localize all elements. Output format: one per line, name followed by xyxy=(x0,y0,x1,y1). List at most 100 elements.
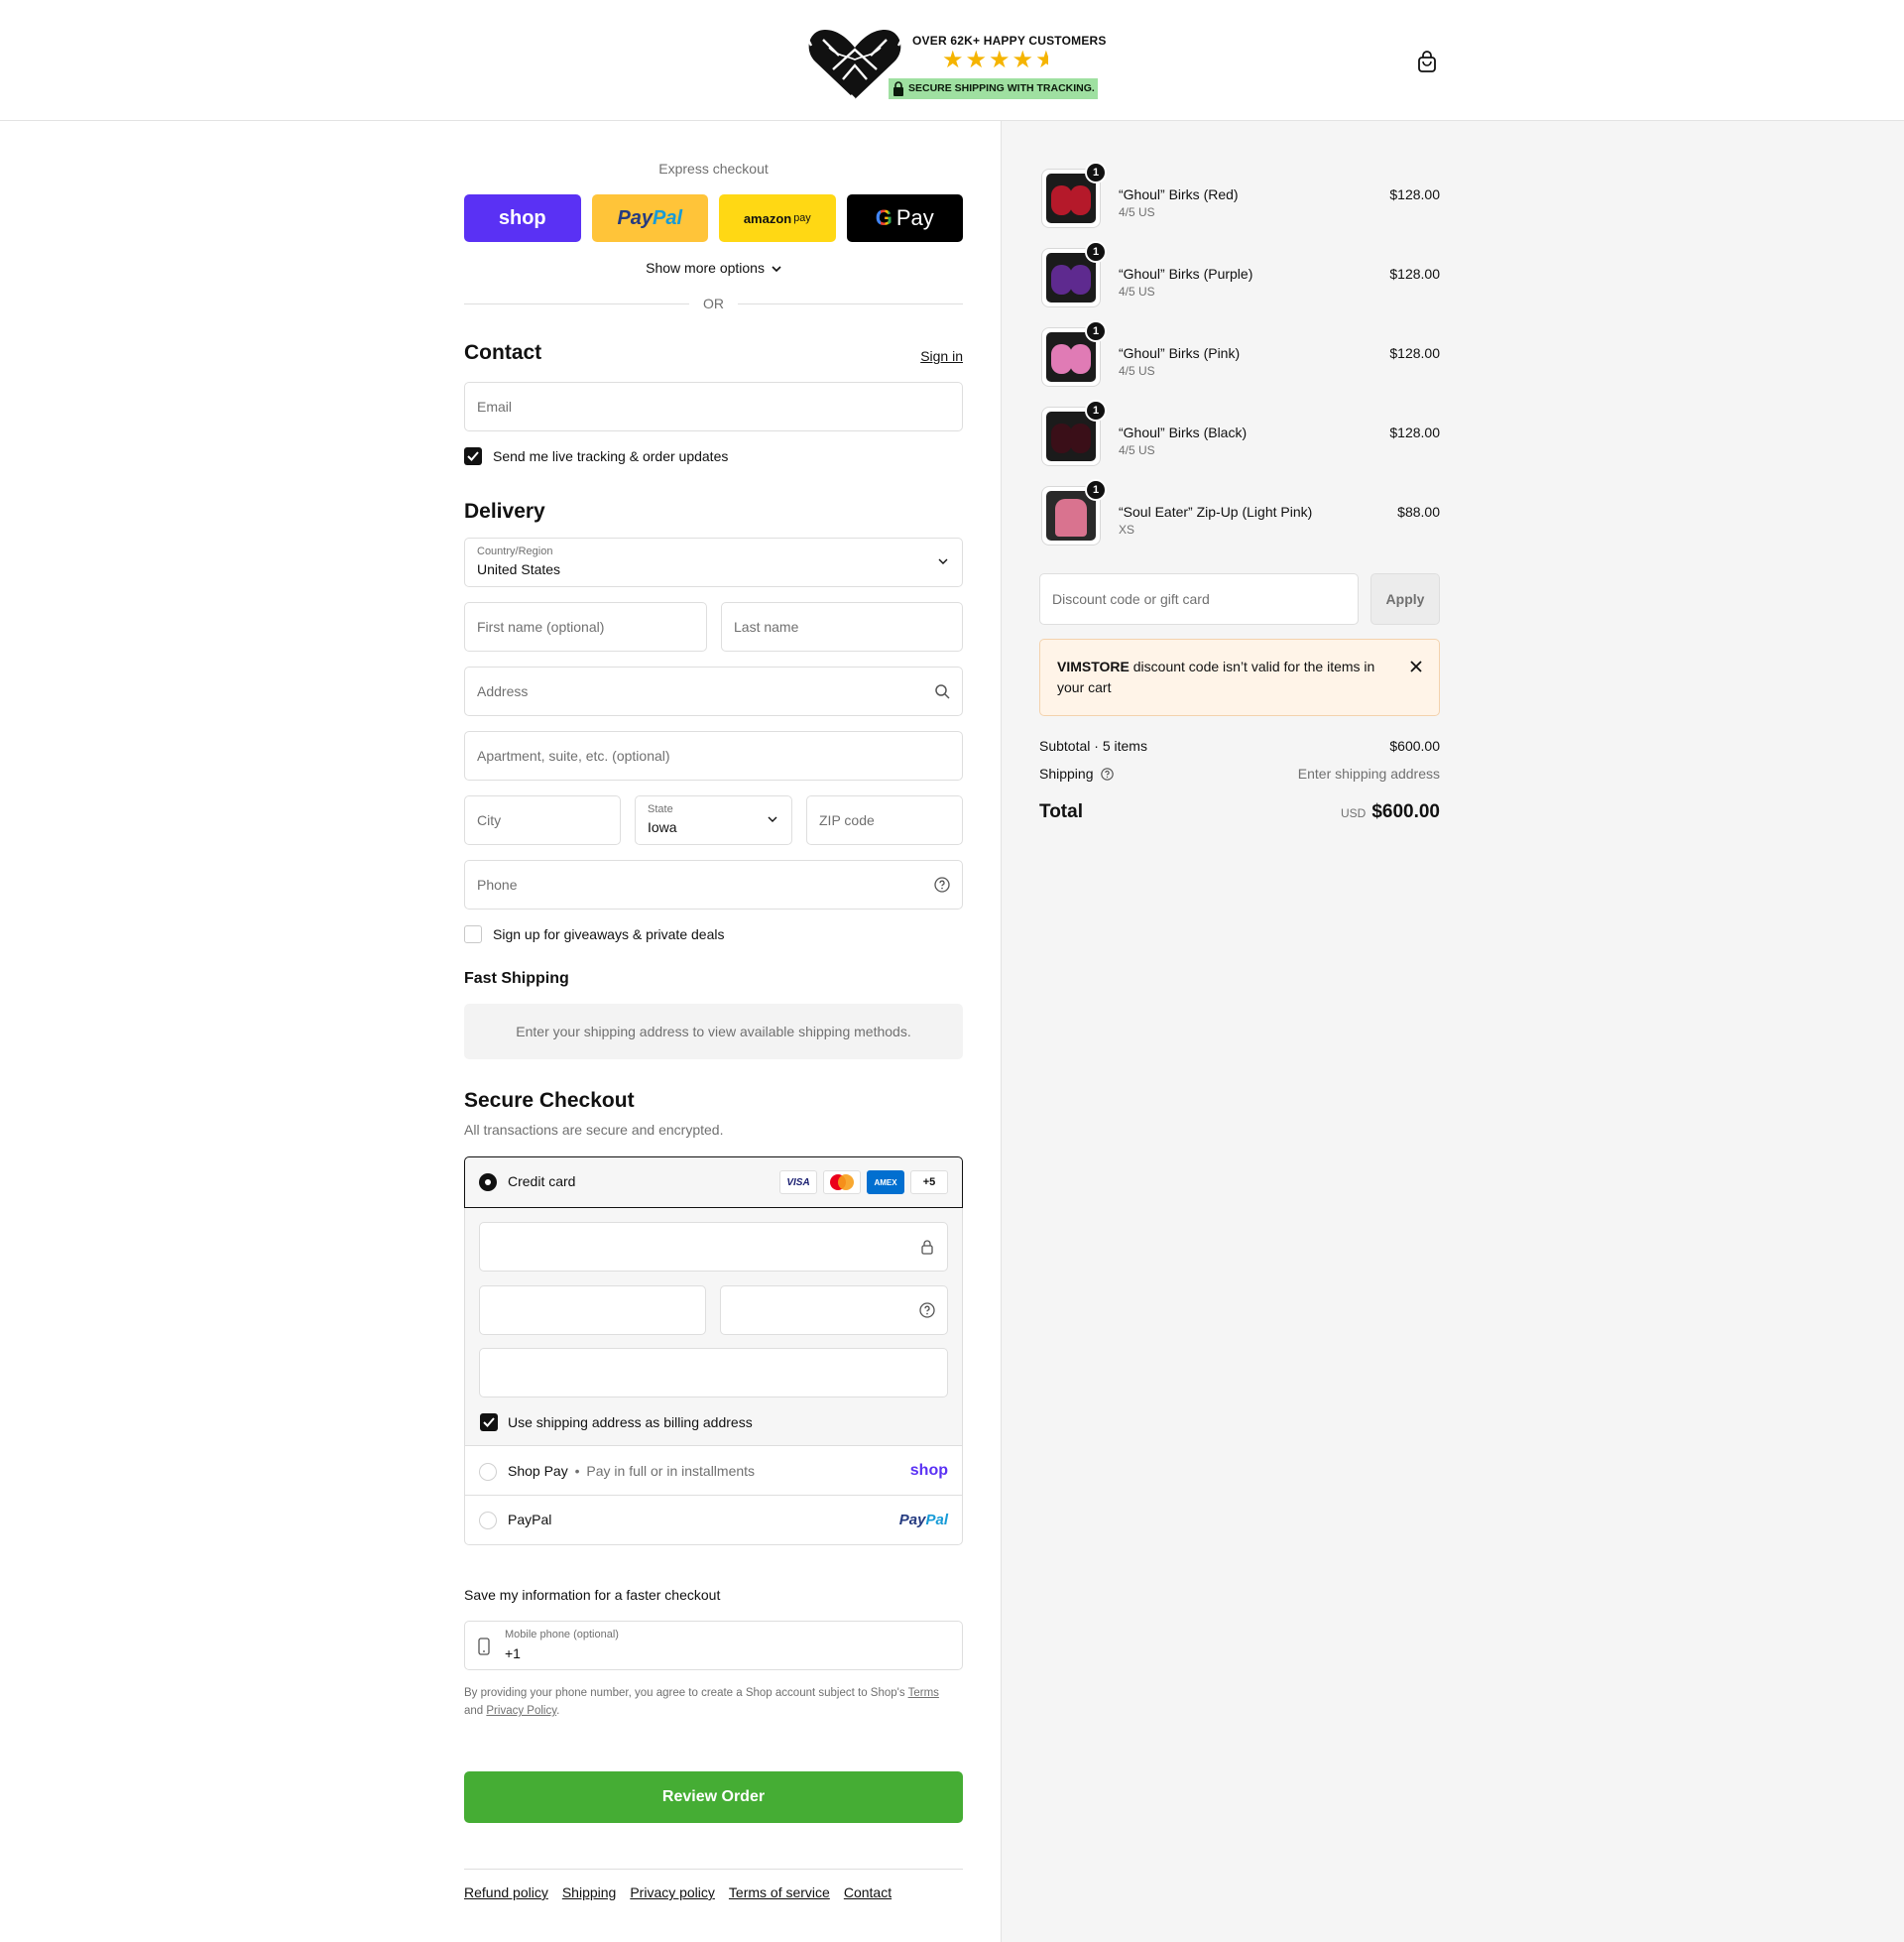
phone-field[interactable]: Phone xyxy=(464,860,963,910)
billing-address-label: Use shipping address as billing address xyxy=(508,1414,753,1430)
paypal-logo-part2: Pal xyxy=(925,1512,948,1528)
more-cards-badge: +5 xyxy=(910,1170,948,1194)
discount-error-notice: VIMSTORE discount code isn’t valid for t… xyxy=(1039,639,1440,716)
paypal-logo-part1: Pay xyxy=(898,1512,926,1528)
help-circle-icon[interactable] xyxy=(919,1302,935,1318)
checkmark-icon xyxy=(483,1417,495,1427)
paypal-logo-part1: Pay xyxy=(617,206,654,229)
apartment-field[interactable]: Apartment, suite, etc. (optional) xyxy=(464,731,963,781)
google-g-icon: G xyxy=(875,205,892,230)
terms-prefix: By providing your phone number, you agre… xyxy=(464,1687,905,1699)
discount-code: VIMSTORE xyxy=(1057,659,1130,674)
product-variant: 4/5 US xyxy=(1119,205,1155,219)
mobile-phone-field[interactable]: Mobile phone (optional) +1 xyxy=(464,1621,963,1670)
payment-methods: Credit card VISA AMEX +5 Use shipping ad… xyxy=(464,1156,963,1545)
state-select[interactable]: State Iowa xyxy=(635,795,792,845)
or-label: OR xyxy=(703,296,724,311)
product-thumbnail: 1 xyxy=(1041,320,1107,387)
product-price: $128.00 xyxy=(1389,345,1440,361)
city-field[interactable]: City xyxy=(464,795,621,845)
contact-title: Contact xyxy=(464,341,542,364)
show-more-options-button[interactable]: Show more options xyxy=(464,260,963,276)
mastercard-logo xyxy=(823,1170,861,1194)
giveaways-checkbox[interactable] xyxy=(464,925,482,943)
terms-of-service-link[interactable]: Terms of service xyxy=(729,1884,830,1900)
shop-pay-note: Pay in full or in installments xyxy=(586,1463,756,1479)
shop-pay-radio[interactable] xyxy=(479,1463,497,1481)
zip-field[interactable]: ZIP code xyxy=(806,795,963,845)
country-value: United States xyxy=(477,561,561,577)
close-icon[interactable] xyxy=(1409,660,1423,673)
amazon-pay-button[interactable]: amazon pay xyxy=(719,194,836,242)
review-order-button[interactable]: Review Order xyxy=(464,1771,963,1823)
mobile-phone-label: Mobile phone (optional) xyxy=(505,1629,619,1640)
address-field[interactable]: Address xyxy=(464,667,963,716)
cardholder-name-field[interactable] xyxy=(479,1348,948,1397)
contact-link[interactable]: Contact xyxy=(844,1884,892,1900)
cart-item: 1 “Ghoul” Birks (Black) 4/5 US $128.00 xyxy=(1039,400,1440,470)
discount-code-input[interactable]: Discount code or gift card xyxy=(1039,573,1359,625)
apply-discount-button[interactable]: Apply xyxy=(1370,573,1440,625)
lock-icon xyxy=(893,81,903,96)
help-circle-icon[interactable] xyxy=(1101,768,1115,781)
card-number-field[interactable] xyxy=(479,1222,948,1272)
show-more-options-label: Show more options xyxy=(646,260,765,276)
giveaways-checkbox-label: Sign up for giveaways & private deals xyxy=(493,926,725,942)
quantity-badge: 1 xyxy=(1085,320,1107,342)
google-pay-text: Pay xyxy=(895,205,934,230)
shop-pay-option[interactable]: Shop Pay • Pay in full or in installment… xyxy=(465,1447,962,1496)
paypal-button[interactable]: Pay Pal xyxy=(591,194,708,242)
card-cvv-field[interactable] xyxy=(720,1285,948,1335)
product-variant: 4/5 US xyxy=(1119,285,1155,299)
card-expiry-field[interactable] xyxy=(479,1285,706,1335)
order-summary-panel xyxy=(1001,121,1904,1942)
credit-card-radio[interactable] xyxy=(479,1173,497,1191)
last-name-field[interactable]: Last name xyxy=(721,602,963,652)
refund-policy-link[interactable]: Refund policy xyxy=(464,1884,548,1900)
email-field[interactable]: Email xyxy=(464,382,963,431)
mobile-phone-value: +1 xyxy=(505,1645,521,1661)
sign-in-link[interactable]: Sign in xyxy=(920,348,963,364)
product-variant: 4/5 US xyxy=(1119,364,1155,378)
shopping-bag-icon[interactable] xyxy=(1416,50,1438,73)
privacy-policy-link[interactable]: Privacy policy xyxy=(630,1884,715,1900)
cart-item: 1 “Ghoul” Birks (Red) 4/5 US $128.00 xyxy=(1039,162,1440,232)
shop-pay-button[interactable]: shop xyxy=(464,194,581,242)
google-pay-button[interactable]: G Pay xyxy=(846,194,963,242)
search-icon xyxy=(935,684,950,699)
shipping-title: Fast Shipping xyxy=(464,970,569,987)
express-checkout-title: Express checkout xyxy=(658,161,769,177)
secure-shipping-badge: SECURE SHIPPING WITH TRACKING. xyxy=(889,78,1098,99)
paypal-option[interactable]: PayPal PayPal xyxy=(465,1497,962,1545)
state-value: Iowa xyxy=(648,819,677,835)
shipping-label: Shipping xyxy=(1039,766,1094,782)
tracking-checkbox-label: Send me live tracking & order updates xyxy=(493,448,729,464)
product-name: “Ghoul” Birks (Pink) xyxy=(1119,345,1241,361)
discount-placeholder: Discount code or gift card xyxy=(1052,591,1210,607)
address-placeholder: Address xyxy=(477,683,529,699)
product-thumbnail: 1 xyxy=(1041,162,1107,228)
secure-shipping-text: SECURE SHIPPING WITH TRACKING. xyxy=(908,82,1095,94)
terms-link[interactable]: Terms xyxy=(908,1687,939,1699)
country-select[interactable]: Country/Region United States xyxy=(464,538,963,587)
product-name: “Soul Eater” Zip-Up (Light Pink) xyxy=(1119,504,1313,520)
help-circle-icon[interactable] xyxy=(934,877,950,893)
quantity-badge: 1 xyxy=(1085,162,1107,183)
tracking-checkbox[interactable] xyxy=(464,447,482,465)
terms-end: . xyxy=(556,1705,560,1717)
chevron-down-icon xyxy=(772,266,781,272)
product-variant: 4/5 US xyxy=(1119,443,1155,457)
shipping-methods-placeholder: Enter your shipping address to view avai… xyxy=(464,1004,963,1059)
footer-links: Refund policy Shipping Privacy policy Te… xyxy=(464,1884,892,1900)
header-tagline: OVER 62K+ HAPPY CUSTOMERS xyxy=(912,34,1107,48)
paypal-radio[interactable] xyxy=(479,1512,497,1529)
shipping-link[interactable]: Shipping xyxy=(562,1884,617,1900)
credit-card-fields: Use shipping address as billing address xyxy=(465,1208,962,1446)
store-logo[interactable]: OVER 62K+ HAPPY CUSTOMERS ★★★★★ SECURE S… xyxy=(803,24,1107,103)
total-value: $600.00 xyxy=(1371,801,1440,822)
billing-address-checkbox[interactable] xyxy=(480,1413,498,1431)
credit-card-option[interactable]: Credit card VISA AMEX +5 xyxy=(464,1156,963,1208)
first-name-field[interactable]: First name (optional) xyxy=(464,602,707,652)
privacy-policy-link[interactable]: Privacy Policy xyxy=(486,1705,556,1717)
product-variant: XS xyxy=(1119,523,1135,537)
